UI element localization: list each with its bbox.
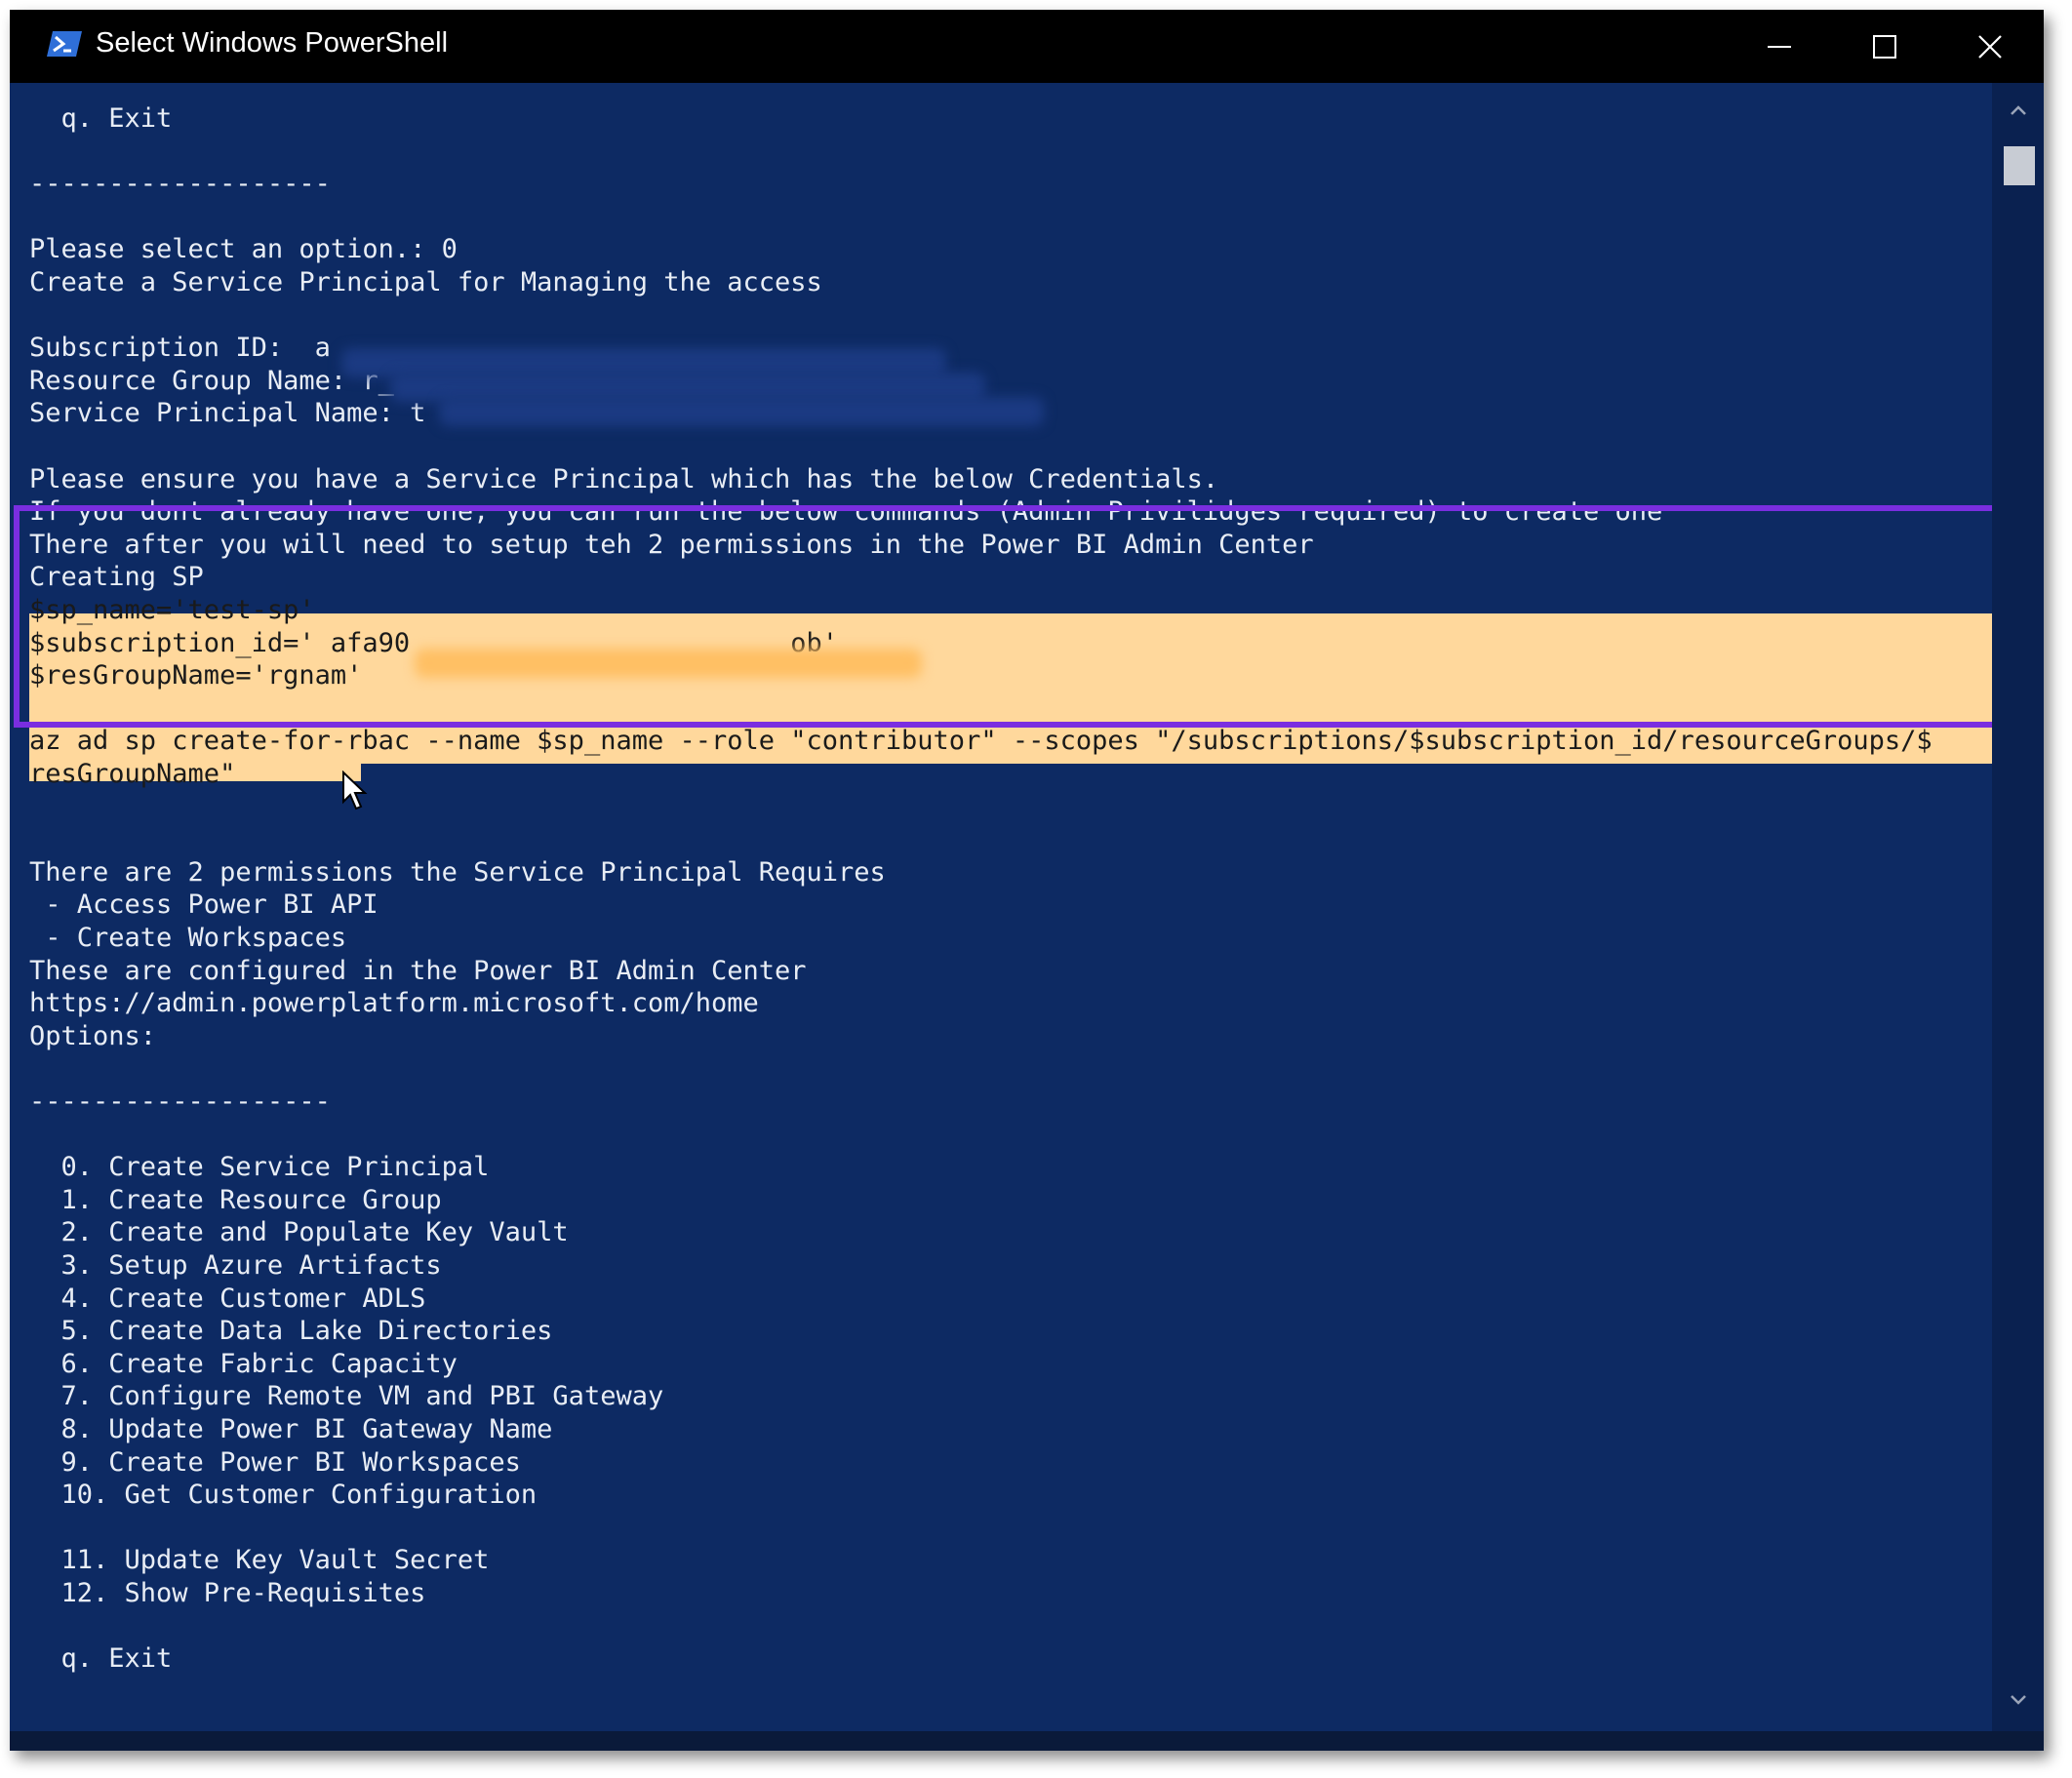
terminal-line: Options: xyxy=(29,1020,157,1051)
title-bar[interactable]: Select Windows PowerShell xyxy=(10,10,2044,83)
window-title: Select Windows PowerShell xyxy=(96,27,449,59)
terminal-line: 1. Create Resource Group xyxy=(29,1184,442,1215)
terminal-line: 7. Configure Remote VM and PBI Gateway xyxy=(29,1381,664,1412)
terminal-line: 8. Update Power BI Gateway Name xyxy=(29,1414,553,1444)
terminal-output[interactable]: q. Exit ------------------- Please select … xyxy=(10,83,1992,1731)
terminal-line: https://admin.powerplatform.microsoft.co… xyxy=(29,988,759,1019)
terminal-line: These are configured in the Power BI Adm… xyxy=(29,955,807,986)
terminal-line: 6. Create Fabric Capacity xyxy=(29,1348,458,1379)
redacted-sp-name xyxy=(439,397,1044,426)
vertical-scrollbar[interactable] xyxy=(1992,83,2044,1731)
terminal-line: - Create Workspaces xyxy=(29,923,347,953)
terminal-line: 0. Create Service Principal xyxy=(29,1152,490,1183)
terminal-line: There are 2 permissions the Service Prin… xyxy=(29,856,886,888)
terminal-line: q. Exit xyxy=(29,1643,173,1675)
terminal-line: If you dont already have one, you can ru… xyxy=(29,496,1663,528)
terminal-line: $resGroupName='rgnam' xyxy=(29,660,363,691)
terminal-line: $sp_name='test-sp' xyxy=(29,595,315,625)
close-button[interactable] xyxy=(1937,10,2043,83)
terminal-line: - Access Power BI API xyxy=(29,889,379,921)
terminal-line: Create a Service Principal for Managing … xyxy=(29,267,822,297)
terminal-line: 5. Create Data Lake Directories xyxy=(29,1316,553,1347)
terminal-line: Subscription ID: a xyxy=(29,333,331,364)
mouse-cursor-icon xyxy=(342,770,368,810)
window-bottom-edge xyxy=(10,1731,2044,1751)
scroll-up-button[interactable] xyxy=(1992,91,2044,130)
maximize-icon xyxy=(1873,34,1896,59)
terminal-line: Please ensure you have a Service Princip… xyxy=(29,463,1219,494)
close-icon xyxy=(1978,34,2002,59)
terminal-line: q. Exit xyxy=(29,103,173,134)
minimize-icon xyxy=(1768,45,1791,48)
terminal-line: Please select an option.: 0 xyxy=(29,234,458,265)
terminal-line: 10. Get Customer Configuration xyxy=(29,1480,538,1511)
chevron-up-icon xyxy=(2010,105,2026,115)
terminal-line: 12. Show Pre-Requisites xyxy=(29,1578,426,1608)
terminal-line: resGroupName" xyxy=(29,759,236,789)
terminal-line: Creating SP xyxy=(29,562,204,593)
terminal-line: There after you will need to setup teh 2… xyxy=(29,529,1314,560)
terminal-line: 4. Create Customer ADLS xyxy=(29,1283,426,1314)
terminal-line: 9. Create Power BI Workspaces xyxy=(29,1446,521,1478)
terminal-line: 2. Create and Populate Key Vault xyxy=(29,1217,569,1248)
powershell-window: Select Windows PowerShell q. Exit -------… xyxy=(10,10,2044,1751)
minimize-button[interactable] xyxy=(1727,10,1832,83)
terminal-line: ------------------- xyxy=(29,169,331,200)
powershell-icon xyxy=(47,31,82,57)
terminal-line: az ad sp create-for-rbac --name $sp_name… xyxy=(29,726,1933,757)
chevron-down-icon xyxy=(2010,1695,2026,1705)
scrollbar-thumb[interactable] xyxy=(2004,146,2035,185)
terminal-line: 3. Setup Azure Artifacts xyxy=(29,1250,442,1281)
redacted-subscription-value xyxy=(415,649,922,678)
terminal-line: ------------------- xyxy=(29,1087,331,1117)
scroll-down-button[interactable] xyxy=(1992,1680,2044,1719)
terminal-line: Service Principal Name: t xyxy=(29,398,426,429)
terminal-line: Resource Group Name: r_ xyxy=(29,365,394,396)
terminal-line: 11. Update Key Vault Secret xyxy=(29,1545,490,1576)
maximize-button[interactable] xyxy=(1832,10,1937,83)
